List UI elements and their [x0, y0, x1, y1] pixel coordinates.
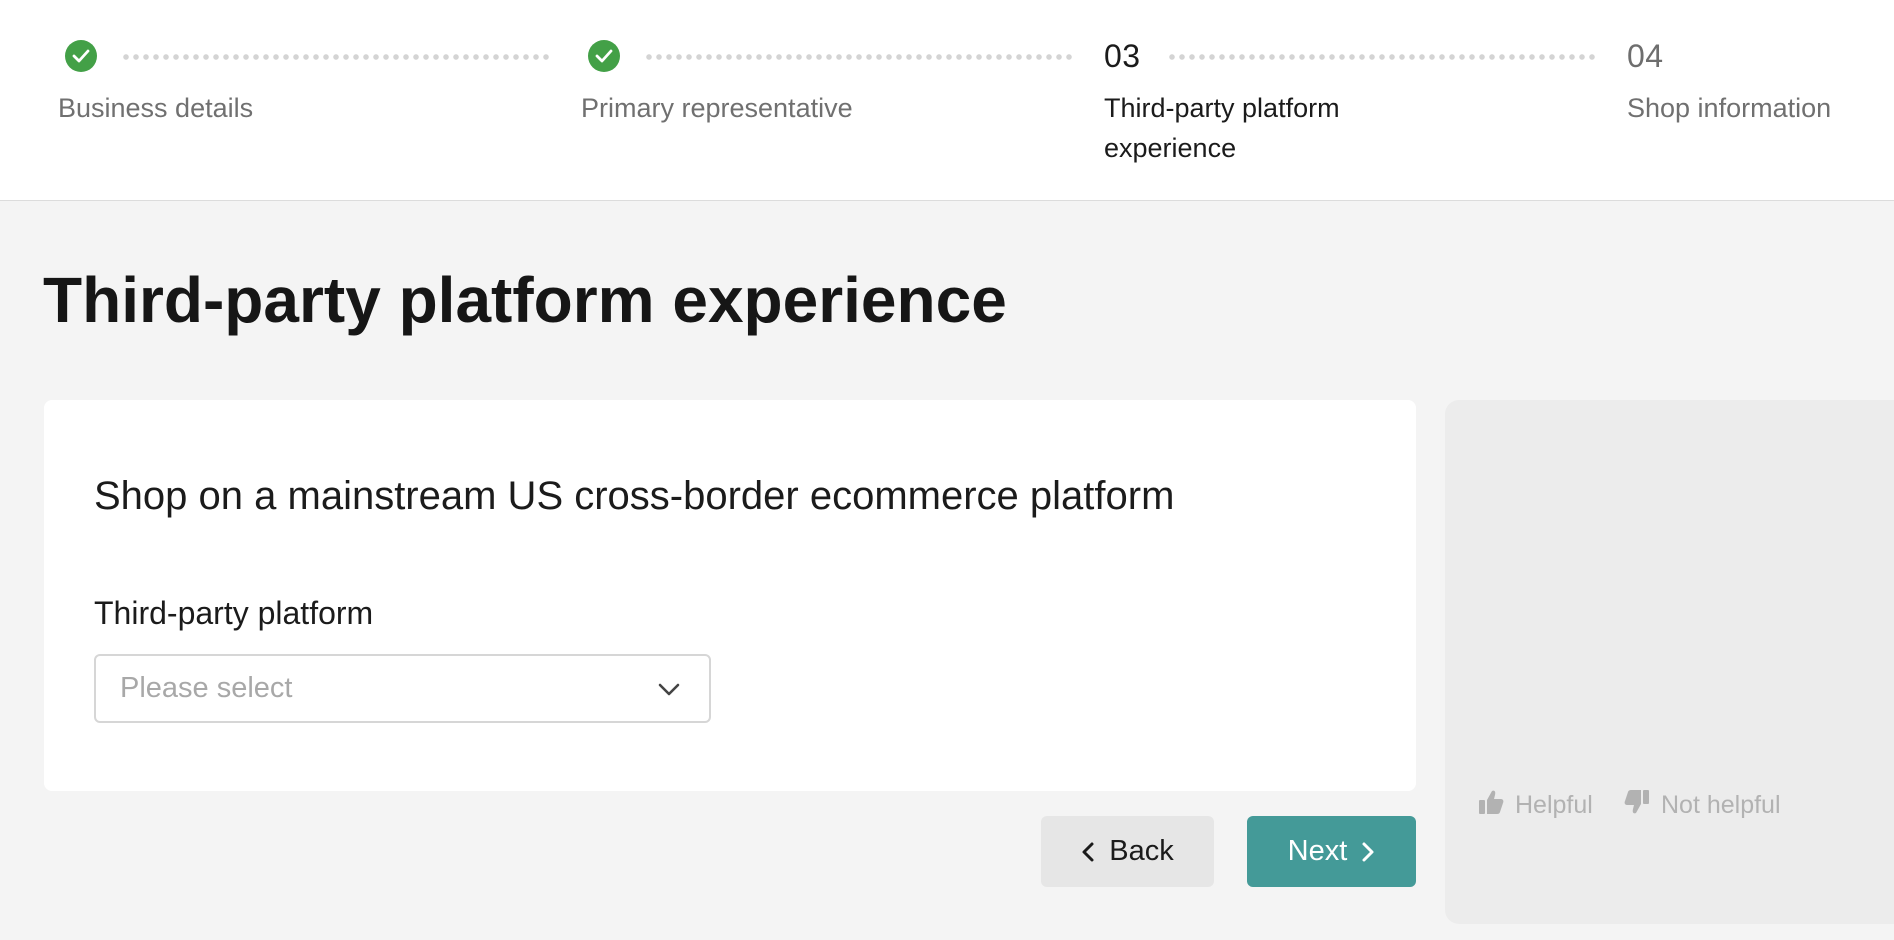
step-shop-information: 04 Shop information [1627, 36, 1887, 128]
thumbs-up-icon [1477, 788, 1515, 823]
helpful-button[interactable]: Helpful [1477, 788, 1593, 823]
back-button[interactable]: Back [1041, 816, 1214, 887]
select-placeholder: Please select [120, 672, 293, 704]
step-label: Shop information [1627, 93, 1832, 123]
platform-select[interactable]: Please select [94, 654, 711, 723]
step-connector [1167, 54, 1597, 60]
step-connector [644, 54, 1074, 60]
next-button-label: Next [1287, 835, 1348, 867]
step-connector [121, 54, 551, 60]
platform-field-label: Third-party platform [94, 595, 374, 631]
check-circle-icon [65, 40, 97, 72]
not-helpful-label: Not helpful [1661, 791, 1781, 819]
back-button-label: Back [1109, 835, 1174, 867]
step-number: 04 [1627, 37, 1664, 74]
step-label: Primary representative [581, 93, 853, 123]
step-primary-representative: Primary representative [581, 36, 881, 128]
thumbs-down-icon [1623, 788, 1661, 823]
chevron-right-icon [1347, 841, 1375, 863]
step-label: Third-party platform experience [1104, 93, 1340, 163]
chevron-down-icon [657, 677, 681, 706]
step-label: Business details [58, 93, 254, 123]
section-heading: Shop on a mainstream US cross-border eco… [94, 474, 1175, 518]
chevron-left-icon [1081, 841, 1109, 863]
step-number: 03 [1104, 37, 1141, 74]
helpful-label: Helpful [1515, 791, 1593, 819]
not-helpful-button[interactable]: Not helpful [1623, 788, 1781, 823]
step-business-details: Business details [58, 36, 358, 128]
help-side-panel: Helpful Not helpful [1445, 400, 1894, 924]
next-button[interactable]: Next [1247, 816, 1416, 887]
check-circle-icon [588, 40, 620, 72]
page-title: Third-party platform experience [43, 264, 1007, 336]
progress-stepper: Business details Primary representative … [0, 0, 1894, 201]
form-card: Shop on a mainstream US cross-border eco… [44, 400, 1416, 791]
